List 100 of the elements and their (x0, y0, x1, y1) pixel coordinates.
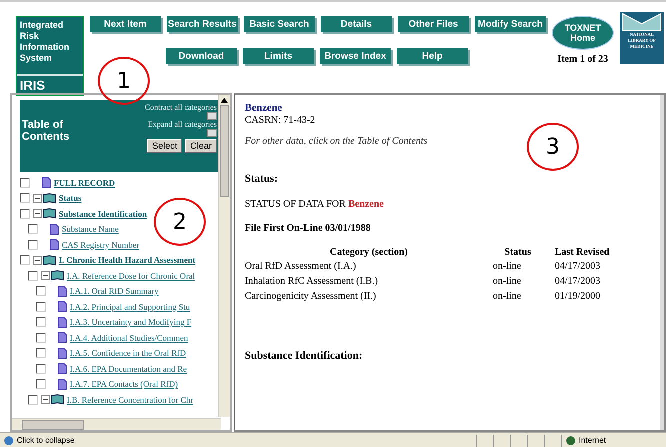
logo-text: Integrated (20, 20, 65, 31)
column-header: Status (504, 246, 532, 259)
checkbox[interactable] (28, 240, 38, 250)
toc-link[interactable]: I.A.2. Principal and Supporting Stu (70, 302, 190, 312)
substance-name: Benzene (348, 199, 384, 210)
table-cell: Oral RfD Assessment (I.A.) (245, 259, 493, 274)
vertical-scrollbar[interactable] (218, 95, 230, 417)
toc-link[interactable]: I.A.4. Additional Studies/Commen (70, 332, 188, 343)
toc-link[interactable]: Substance Identification (59, 208, 148, 219)
checkbox[interactable] (36, 364, 46, 374)
scrollbar-thumb[interactable] (220, 105, 229, 197)
expand-label: Expand all categories (148, 120, 217, 129)
column-header: Category (section) (328, 246, 410, 259)
document-icon (50, 239, 59, 250)
toc-link[interactable]: Status (59, 193, 82, 204)
table-cell-text: on-line (493, 275, 522, 289)
table-cell-text: 04/17/2003 (554, 260, 602, 274)
document-icon (50, 224, 59, 235)
nav-button[interactable]: Limits (243, 48, 314, 64)
collapse-icon[interactable] (41, 271, 50, 280)
table-cell: Carcinogenicity Assessment (II.) (245, 289, 493, 304)
scroll-up-icon[interactable] (221, 98, 228, 103)
section-heading: Status: (245, 173, 280, 185)
section-heading: Substance Identification: (245, 350, 364, 362)
logo-acronym: IRIS (19, 77, 46, 95)
checkbox[interactable] (36, 332, 46, 343)
toc-link[interactable]: FULL RECORD (54, 178, 116, 188)
callout-number: 3 (527, 123, 579, 171)
nav-button[interactable]: Browse Index (320, 48, 391, 64)
document-icon (58, 286, 67, 297)
casrn-text: CASRN: 71-43-2 (245, 115, 316, 126)
table-cell-text: on-line (493, 290, 522, 304)
document-icon (58, 363, 67, 374)
column-header: Last Revised (554, 246, 611, 259)
contract-button[interactable] (207, 112, 217, 120)
checkbox[interactable] (20, 255, 30, 266)
nav-button[interactable]: Modify Search (475, 16, 546, 32)
globe-icon (4, 436, 14, 446)
toc-button[interactable]: Clear (185, 139, 217, 153)
document-icon (58, 332, 67, 344)
nav-button[interactable]: Basic Search (244, 16, 315, 32)
expand-button[interactable] (207, 129, 217, 137)
collapse-icon[interactable] (41, 395, 50, 404)
hint-text: For other data, click on the Table of Contents (245, 136, 428, 147)
toc-title: Table of Contents (22, 119, 71, 143)
checkbox[interactable] (36, 286, 46, 296)
globe-icon (566, 436, 576, 446)
toc-link[interactable]: I.A.5. Confidence in the Oral RfD (70, 348, 186, 358)
collapse-icon[interactable] (33, 194, 42, 203)
checkbox[interactable] (36, 348, 46, 358)
collapse-icon[interactable] (33, 256, 42, 265)
toc-link[interactable]: I.A.3. Uncertainty and Modifying F (70, 317, 192, 328)
table-cell-text: 04/17/2003 (554, 275, 602, 289)
nav-button[interactable]: Other Files (398, 16, 469, 32)
document-icon (42, 177, 51, 188)
table-cell: Inhalation RfC Assessment (I.B.) (245, 274, 493, 289)
checkbox[interactable] (36, 317, 46, 328)
logo-text: System (20, 53, 54, 64)
checkbox[interactable] (28, 270, 38, 281)
substance-title: Benzene (245, 103, 284, 114)
checkbox[interactable] (28, 224, 38, 234)
document-icon (58, 301, 67, 312)
status-message: Click to collapse (4, 436, 476, 446)
checkbox[interactable] (28, 394, 38, 405)
document-icon (58, 348, 67, 359)
logo-text: Information (20, 42, 70, 53)
nav-button[interactable]: Details (321, 16, 392, 32)
nav-button[interactable]: Next Item (90, 16, 161, 32)
nav-button[interactable]: Help (397, 48, 468, 64)
checkbox[interactable] (20, 208, 30, 219)
document-icon (58, 378, 67, 390)
nav-button[interactable]: Search Results (167, 16, 238, 32)
document-icon (58, 316, 67, 328)
toc-link[interactable]: I.A.6. EPA Documentation and Re (70, 364, 188, 374)
toc-link[interactable]: I.A.7. EPA Contacts (Oral RfD) (70, 379, 178, 390)
item-counter: Item 1 of 23 (558, 54, 608, 65)
toc-button[interactable]: Select (147, 139, 182, 153)
security-zone: Internet (561, 434, 666, 446)
callout-number: 2 (154, 198, 206, 246)
toxnet-home-button[interactable]: TOXNET Home (552, 16, 614, 50)
horizontal-scrollbar[interactable] (12, 418, 221, 430)
toc-link[interactable]: CAS Registry Number (62, 240, 140, 250)
toc-link[interactable]: I.A. Reference Dose for Chronic Oral (67, 270, 196, 281)
callout-number: 1 (98, 57, 150, 105)
contract-label: Contract all categories (145, 103, 217, 112)
toc-link[interactable]: Substance Name (62, 224, 119, 234)
table-cell-text: on-line (493, 260, 522, 274)
checkbox[interactable] (20, 193, 30, 204)
checkbox[interactable] (36, 302, 46, 312)
status-text: STATUS OF DATA FOR (245, 199, 346, 210)
vertical-scrollbar[interactable] (660, 95, 664, 430)
scrollbar-thumb[interactable] (22, 420, 84, 430)
collapse-icon[interactable] (33, 209, 42, 218)
table-cell-text: 01/19/2000 (554, 290, 602, 304)
toc-link[interactable]: I.B. Reference Concentration for Chr (67, 394, 194, 405)
checkbox[interactable] (36, 379, 46, 390)
toc-link[interactable]: I. Chronic Health Hazard Assessment (59, 255, 196, 266)
checkbox[interactable] (20, 178, 30, 188)
toc-link[interactable]: I.A.1. Oral RfD Summary (70, 286, 159, 296)
nav-button[interactable]: Download (166, 48, 237, 64)
